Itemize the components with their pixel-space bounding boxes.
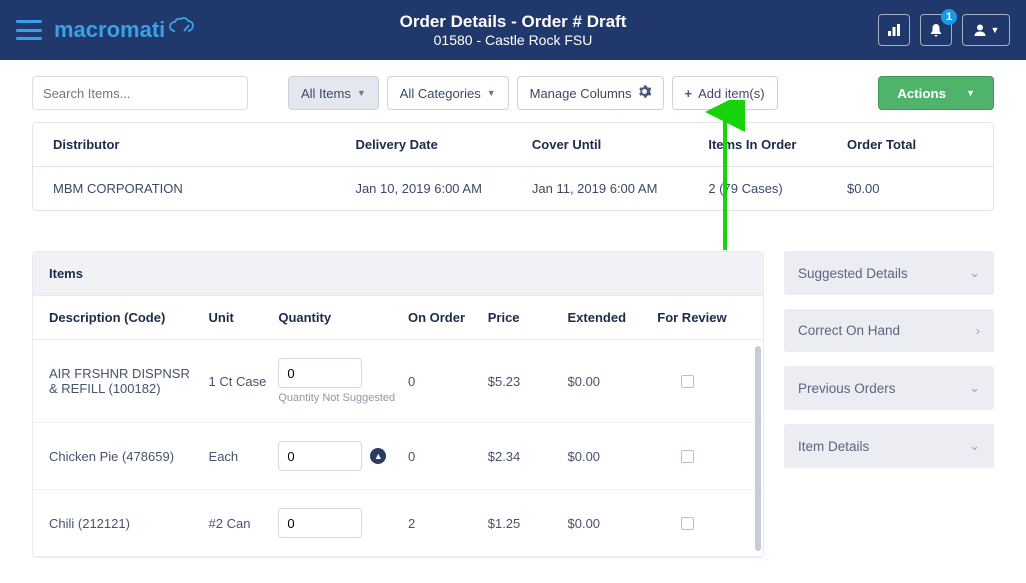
item-details-panel[interactable]: Item Details ⌄ bbox=[784, 424, 994, 468]
item-unit: #2 Can bbox=[209, 516, 279, 531]
chevron-right-icon: › bbox=[976, 323, 980, 338]
caret-down-icon: ▼ bbox=[357, 88, 366, 98]
page-title: Order Details - Order # Draft bbox=[400, 12, 627, 32]
item-price: $1.25 bbox=[488, 516, 568, 531]
order-total-value: $0.00 bbox=[847, 181, 973, 196]
items-in-order-value: 2 (79 Cases) bbox=[708, 181, 847, 196]
col-items-in-order: Items In Order bbox=[708, 137, 847, 152]
item-description: Chili (212121) bbox=[49, 516, 209, 531]
col-for-review: For Review bbox=[657, 310, 747, 325]
chart-icon-button[interactable] bbox=[878, 14, 910, 46]
review-checkbox[interactable] bbox=[681, 375, 694, 388]
top-right-controls: 1 ▼ bbox=[878, 14, 1010, 46]
brand-logo[interactable]: macromati bbox=[54, 17, 195, 43]
all-categories-dropdown[interactable]: All Categories ▼ bbox=[387, 76, 509, 110]
suggested-details-panel[interactable]: Suggested Details ⌄ bbox=[784, 251, 994, 295]
chevron-down-icon: ⌄ bbox=[969, 438, 980, 454]
order-summary-panel: Distributor Delivery Date Cover Until It… bbox=[32, 122, 994, 211]
hamburger-menu-icon[interactable] bbox=[16, 20, 42, 40]
actions-button[interactable]: Actions ▼ bbox=[878, 76, 994, 110]
panel-label: Correct On Hand bbox=[798, 323, 900, 338]
top-bar: macromati Order Details - Order # Draft … bbox=[0, 0, 1026, 60]
gear-icon bbox=[638, 85, 651, 101]
table-row: AIR FRSHNR DISPNSR & REFILL (100182) 1 C… bbox=[33, 340, 763, 423]
item-quantity-cell: Quantity Not Suggested bbox=[278, 358, 408, 404]
item-description: Chicken Pie (478659) bbox=[49, 449, 209, 464]
quantity-input[interactable] bbox=[278, 358, 362, 388]
item-extended: $0.00 bbox=[568, 516, 658, 531]
add-items-button[interactable]: + Add item(s) bbox=[672, 76, 778, 110]
col-unit: Unit bbox=[209, 310, 279, 325]
main-content: Items Description (Code) Unit Quantity O… bbox=[0, 251, 1026, 578]
distributor-value: MBM CORPORATION bbox=[53, 181, 355, 196]
plus-icon: + bbox=[685, 86, 693, 101]
cloud-icon bbox=[167, 17, 195, 43]
actions-label: Actions bbox=[897, 86, 946, 101]
panel-label: Item Details bbox=[798, 439, 869, 454]
item-unit: Each bbox=[209, 449, 279, 464]
all-items-dropdown[interactable]: All Items ▼ bbox=[288, 76, 379, 110]
panel-label: Suggested Details bbox=[798, 266, 908, 281]
manage-columns-label: Manage Columns bbox=[530, 86, 632, 101]
cover-until-value: Jan 11, 2019 6:00 AM bbox=[532, 181, 708, 196]
panel-label: Previous Orders bbox=[798, 381, 896, 396]
search-input[interactable] bbox=[32, 76, 248, 110]
page-subtitle: 01580 - Castle Rock FSU bbox=[400, 32, 627, 48]
col-on-order: On Order bbox=[408, 310, 488, 325]
previous-orders-panel[interactable]: Previous Orders ⌄ bbox=[784, 366, 994, 410]
add-items-label: Add item(s) bbox=[698, 86, 764, 101]
item-on-order: 0 bbox=[408, 449, 488, 464]
items-body: AIR FRSHNR DISPNSR & REFILL (100182) 1 C… bbox=[33, 340, 763, 557]
delivery-date-value: Jan 10, 2019 6:00 AM bbox=[355, 181, 531, 196]
item-on-order: 2 bbox=[408, 516, 488, 531]
toolbar: All Items ▼ All Categories ▼ Manage Colu… bbox=[0, 60, 1026, 122]
all-items-label: All Items bbox=[301, 86, 351, 101]
quantity-input[interactable] bbox=[278, 441, 362, 471]
item-price: $2.34 bbox=[488, 449, 568, 464]
notification-badge: 1 bbox=[941, 9, 957, 25]
all-categories-label: All Categories bbox=[400, 86, 481, 101]
chevron-down-icon: ⌄ bbox=[969, 265, 980, 281]
review-checkbox[interactable] bbox=[681, 517, 694, 530]
col-extended: Extended bbox=[568, 310, 658, 325]
item-description: AIR FRSHNR DISPNSR & REFILL (100182) bbox=[49, 366, 199, 396]
side-panels: Suggested Details ⌄ Correct On Hand › Pr… bbox=[784, 251, 994, 558]
chevron-down-icon: ⌄ bbox=[969, 380, 980, 396]
table-row: Chicken Pie (478659) Each ▲ 0 $2.34 $0.0… bbox=[33, 423, 763, 490]
item-on-order: 0 bbox=[408, 374, 488, 389]
item-price: $5.23 bbox=[488, 374, 568, 389]
item-quantity-cell: ▲ bbox=[278, 441, 408, 471]
items-panel: Items Description (Code) Unit Quantity O… bbox=[32, 251, 764, 558]
manage-columns-button[interactable]: Manage Columns bbox=[517, 76, 664, 110]
caret-down-icon: ▼ bbox=[487, 88, 496, 98]
summary-data-row: MBM CORPORATION Jan 10, 2019 6:00 AM Jan… bbox=[33, 166, 993, 210]
col-description: Description (Code) bbox=[49, 310, 209, 325]
table-row: Chili (212121) #2 Can 2 $1.25 $0.00 bbox=[33, 490, 763, 557]
item-quantity-cell bbox=[278, 508, 408, 538]
brand-text-prefix: macromati bbox=[54, 17, 165, 43]
item-unit: 1 Ct Case bbox=[209, 374, 279, 389]
caret-down-icon: ▼ bbox=[966, 88, 975, 98]
col-order-total: Order Total bbox=[847, 137, 973, 152]
review-checkbox[interactable] bbox=[681, 450, 694, 463]
quantity-input[interactable] bbox=[278, 508, 362, 538]
caret-down-icon: ▼ bbox=[991, 25, 1000, 35]
items-header-row: Description (Code) Unit Quantity On Orde… bbox=[33, 296, 763, 340]
item-extended: $0.00 bbox=[568, 449, 658, 464]
col-quantity: Quantity bbox=[278, 310, 408, 325]
scrollbar[interactable] bbox=[755, 346, 761, 551]
col-price: Price bbox=[488, 310, 568, 325]
col-cover-until: Cover Until bbox=[532, 137, 708, 152]
bell-icon-button[interactable]: 1 bbox=[920, 14, 952, 46]
col-distributor: Distributor bbox=[53, 137, 355, 152]
item-extended: $0.00 bbox=[568, 374, 658, 389]
col-delivery-date: Delivery Date bbox=[355, 137, 531, 152]
quantity-note: Quantity Not Suggested bbox=[278, 392, 408, 404]
arrow-up-icon[interactable]: ▲ bbox=[370, 448, 386, 464]
user-menu-button[interactable]: ▼ bbox=[962, 14, 1010, 46]
page-title-block: Order Details - Order # Draft 01580 - Ca… bbox=[400, 12, 627, 48]
correct-on-hand-panel[interactable]: Correct On Hand › bbox=[784, 309, 994, 352]
summary-header-row: Distributor Delivery Date Cover Until It… bbox=[33, 123, 993, 166]
items-title: Items bbox=[33, 252, 763, 296]
